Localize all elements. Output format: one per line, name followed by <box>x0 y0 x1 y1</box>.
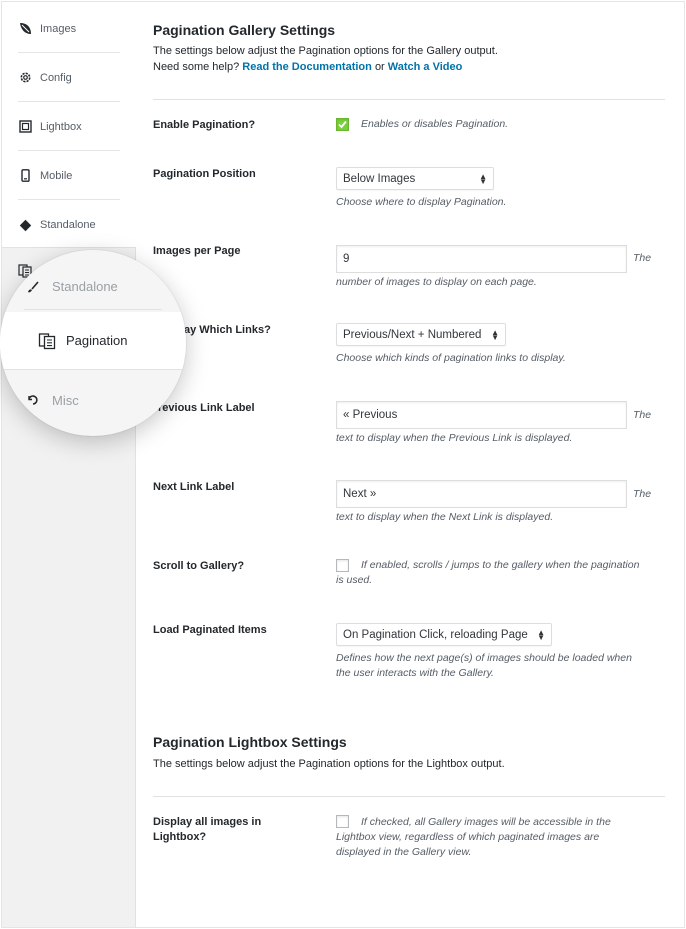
load-paginated-items-select[interactable]: On Pagination Click, reloading Page ▲ ▼ <box>336 623 552 646</box>
sidebar-item-lightbox[interactable]: Lightbox <box>18 103 120 151</box>
checkmark-icon <box>338 120 347 129</box>
next-link-label: Next Link Label <box>153 481 235 493</box>
sidebar-item-config[interactable]: Config <box>18 54 120 102</box>
section-title-gallery: Pagination Gallery Settings <box>153 22 336 38</box>
settings-content: Pagination Gallery Settings The settings… <box>153 0 665 929</box>
display-all-images-help: If checked, all Gallery images will be a… <box>336 816 611 858</box>
pagination-icon <box>38 332 56 350</box>
settings-sidebar: Images Config Lightbox Mobile Standalone <box>2 2 136 927</box>
sidebar-item-label: Standalone <box>40 219 96 231</box>
sidebar-item-misc[interactable]: Misc <box>24 380 162 420</box>
images-per-page-input[interactable]: 9 <box>336 245 627 273</box>
pagination-position-help: Choose where to display Pagination. <box>336 196 507 208</box>
enable-pagination-checkbox[interactable] <box>336 118 349 131</box>
previous-link-help: text to display when the Previous Link i… <box>336 432 573 444</box>
sidebar-item-label: Misc <box>52 392 79 408</box>
description-line: The settings below adjust the Pagination… <box>153 45 498 57</box>
sidebar-item-mobile[interactable]: Mobile <box>18 152 120 200</box>
section-description-gallery: The settings below adjust the Pagination… <box>153 43 665 75</box>
display-links-select[interactable]: Previous/Next + Numbered ▲ ▼ <box>336 323 506 346</box>
enable-pagination-label: Enable Pagination? <box>153 119 256 131</box>
images-per-page-label: Images per Page <box>153 245 241 257</box>
input-value: Next » <box>343 488 377 500</box>
section-description-lightbox: The settings below adjust the Pagination… <box>153 758 505 770</box>
mobile-icon <box>18 169 32 183</box>
sidebar-tabs: Images Config Lightbox Mobile Standalone <box>2 2 136 248</box>
magnifier-callout: Standalone Pagination Misc <box>0 250 186 436</box>
sidebar-item-pagination[interactable]: Pagination <box>0 312 186 370</box>
divider <box>153 796 665 797</box>
misc-icon <box>24 391 42 409</box>
previous-link-input[interactable]: « Previous <box>336 401 627 429</box>
sidebar-item-label: Standalone <box>52 279 118 294</box>
input-value: « Previous <box>343 409 398 421</box>
need-help-text: Need some help? <box>153 61 240 73</box>
images-per-page-help-inline: The <box>633 252 652 264</box>
sidebar-item-images[interactable]: Images <box>18 5 120 53</box>
display-all-images-label: Display all images in Lightbox? <box>153 816 262 843</box>
input-value: 9 <box>343 253 350 265</box>
documentation-link[interactable]: Read the Documentation <box>242 61 372 73</box>
divider <box>153 99 665 100</box>
selected-value: On Pagination Click, reloading Page <box>343 628 528 641</box>
scroll-to-gallery-label: Scroll to Gallery? <box>153 560 245 572</box>
or-text: or <box>374 61 385 73</box>
select-arrows-icon: ▲ ▼ <box>537 627 545 642</box>
sidebar-item-standalone[interactable]: Standalone <box>18 201 120 249</box>
previous-link-label: revious Link Label <box>158 402 255 414</box>
display-links-label: ay Which Links? <box>184 324 271 336</box>
next-link-help: text to display when the Next Link is di… <box>336 511 554 523</box>
load-paginated-items-label: Load Paginated Items <box>153 624 267 636</box>
next-link-help-inline: The <box>633 488 652 500</box>
select-arrows-icon: ▲ ▼ <box>479 171 487 186</box>
enable-pagination-help: Enables or disables Pagination. <box>361 118 509 130</box>
leaf-icon <box>18 22 32 36</box>
pagination-position-label: Pagination Position <box>153 168 256 180</box>
sidebar-item-label: Images <box>40 22 77 35</box>
help-line: Need some help? Read the Documentation o… <box>153 59 665 75</box>
load-paginated-items-help: Defines how the next page(s) of images s… <box>336 652 632 679</box>
display-links-help: Choose which kinds of pagination links t… <box>336 352 566 364</box>
sidebar-item-label: Pagination <box>66 333 128 348</box>
scroll-to-gallery-help: If enabled, scrolls / jumps to the galle… <box>336 559 640 586</box>
lightbox-icon <box>18 120 32 134</box>
sidebar-item-standalone-zoomed[interactable]: Standalone <box>24 264 162 310</box>
sidebar-item-label: Lightbox <box>40 120 82 133</box>
sidebar-item-label: Config <box>40 71 72 84</box>
diamond-icon <box>18 218 32 232</box>
previous-link-help-inline: The <box>633 409 652 421</box>
next-link-input[interactable]: Next » <box>336 480 627 508</box>
brush-icon <box>24 278 42 296</box>
images-per-page-help: number of images to display on each page… <box>336 276 537 288</box>
gear-icon <box>18 71 32 85</box>
pagination-position-select[interactable]: Below Images ▲ ▼ <box>336 167 494 190</box>
select-arrows-icon: ▲ ▼ <box>491 327 499 342</box>
section-title-lightbox: Pagination Lightbox Settings <box>153 734 347 750</box>
selected-value: Below Images <box>343 172 416 185</box>
video-link[interactable]: Watch a Video <box>388 61 463 73</box>
selected-value: Previous/Next + Numbered <box>343 328 482 341</box>
sidebar-item-label: Mobile <box>40 169 73 182</box>
